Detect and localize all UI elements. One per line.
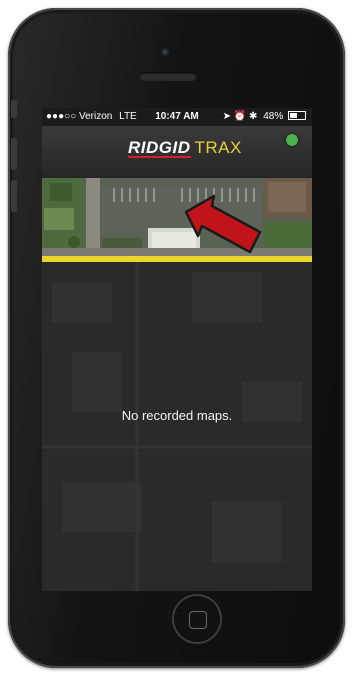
volume-down-button xyxy=(11,180,17,212)
empty-state-message: No recorded maps. xyxy=(121,408,233,423)
screen: ●●●○○ Verizon LTE 10:47 AM ➤ ⏰ ✱ 48% RID… xyxy=(42,108,312,591)
brand-secondary: TRAX xyxy=(194,138,242,157)
background-map-texture xyxy=(42,262,312,591)
volume-up-button xyxy=(11,138,17,170)
aerial-map-image xyxy=(42,178,312,256)
app-header: RIDGID TRAX xyxy=(42,126,312,178)
maps-list: No recorded maps. xyxy=(42,262,312,591)
brand-primary: RIDGID xyxy=(128,138,191,158)
home-button[interactable] xyxy=(172,594,222,644)
earpiece-speaker xyxy=(139,72,197,81)
location-alarm-bluetooth-icon: ➤ ⏰ ✱ xyxy=(222,111,258,122)
connection-status-indicator[interactable] xyxy=(286,134,298,146)
phone-frame: ●●●○○ Verizon LTE 10:47 AM ➤ ⏰ ✱ 48% RID… xyxy=(8,8,345,668)
app-logo: RIDGID TRAX xyxy=(128,138,242,158)
map-preview[interactable] xyxy=(42,178,312,256)
home-square-icon xyxy=(189,611,207,629)
front-camera xyxy=(161,48,171,58)
status-icons: ➤ ⏰ ✱ 48% xyxy=(223,108,306,126)
status-bar: ●●●○○ Verizon LTE 10:47 AM ➤ ⏰ ✱ 48% xyxy=(42,108,312,126)
pointer-arrow-icon xyxy=(184,194,262,254)
mute-switch xyxy=(11,100,17,118)
battery-icon xyxy=(288,111,306,120)
battery-percent: 48% xyxy=(263,111,284,122)
